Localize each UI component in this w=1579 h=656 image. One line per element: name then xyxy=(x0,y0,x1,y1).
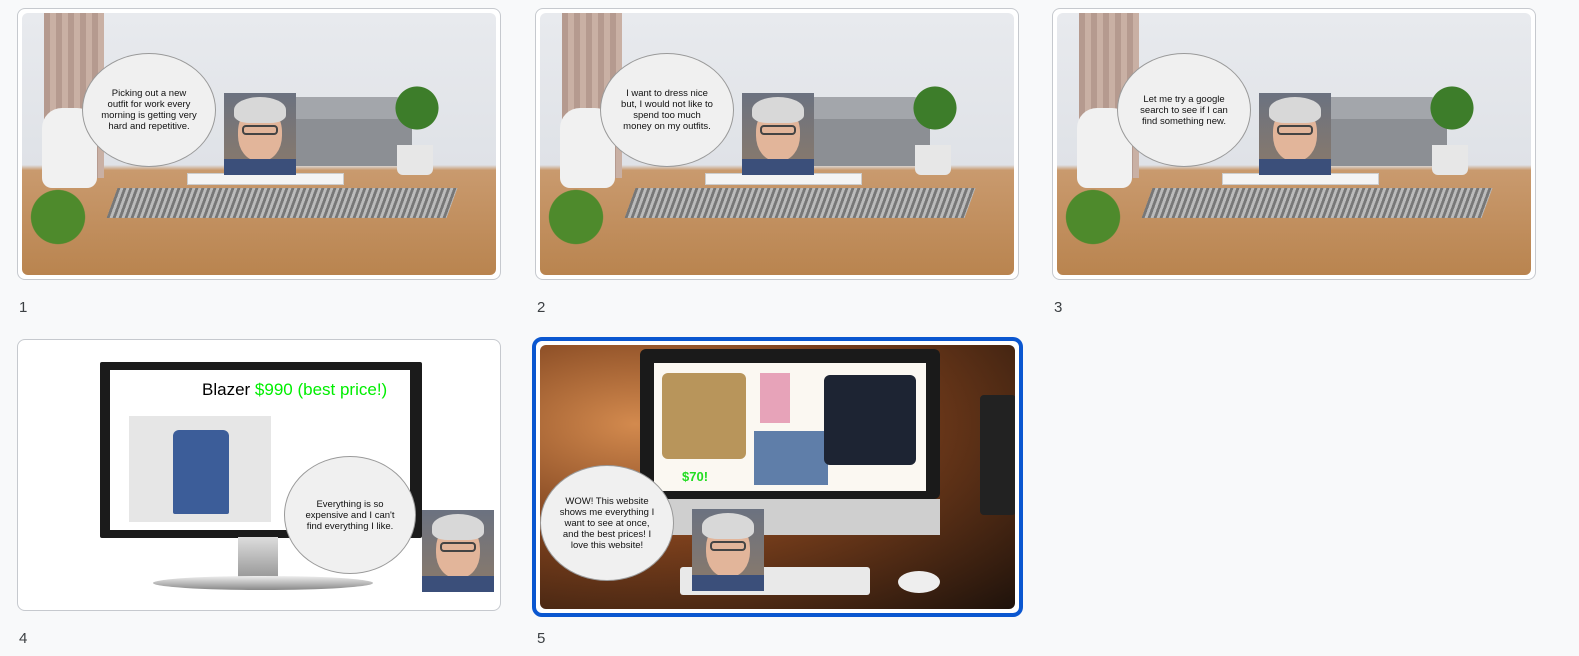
speech-text: I want to dress nice but, I would not li… xyxy=(621,88,713,132)
slide-number: 3 xyxy=(1054,299,1063,316)
slide-thumbnail-2[interactable]: I want to dress nice but, I would not li… xyxy=(535,8,1019,280)
pink-coat xyxy=(760,373,790,423)
speech-text: Picking out a new outfit for work every … xyxy=(101,88,197,132)
slide-number: 2 xyxy=(537,299,546,316)
blazer-photo xyxy=(129,416,271,522)
slide-number: 4 xyxy=(19,630,28,647)
blazer-price-title: Blazer $990 (best price!) xyxy=(202,380,387,400)
item-price: $990 (best price!) xyxy=(254,380,388,399)
beige-jacket xyxy=(662,373,746,459)
blue-blazer xyxy=(754,431,828,485)
striped-jacket xyxy=(824,375,916,465)
speech-bubble: WOW! This website shows me everything I … xyxy=(540,465,674,581)
speech-bubble: I want to dress nice but, I would not li… xyxy=(600,53,734,167)
slide-thumbnail-3[interactable]: Let me try a google search to see if I c… xyxy=(1052,8,1536,280)
speech-text: Let me try a google search to see if I c… xyxy=(1140,93,1228,127)
speech-bubble: Everything is so expensive and I can't f… xyxy=(284,456,416,574)
slide-number: 1 xyxy=(19,299,28,316)
speech-bubble: Picking out a new outfit for work every … xyxy=(82,53,216,167)
man-portrait xyxy=(742,93,814,175)
slide-number: 5 xyxy=(537,630,546,647)
slide-thumbnail-4[interactable]: Blazer $990 (best price!) Everything is … xyxy=(17,339,501,611)
speech-bubble: Let me try a google search to see if I c… xyxy=(1117,53,1251,167)
man-portrait xyxy=(692,509,764,591)
speech-text: Everything is so expensive and I can't f… xyxy=(305,498,395,532)
speech-text: WOW! This website shows me everything I … xyxy=(559,495,655,551)
man-portrait xyxy=(422,510,494,592)
slide-thumbnail-1[interactable]: Picking out a new outfit for work every … xyxy=(17,8,501,280)
man-portrait xyxy=(1259,93,1331,175)
item-label: Blazer xyxy=(202,380,251,399)
price-tag: $70! xyxy=(682,469,709,484)
man-portrait xyxy=(224,93,296,175)
slide-thumbnail-5[interactable]: $70! WOW! This website shows me everythi… xyxy=(532,337,1023,617)
mouse xyxy=(898,571,940,593)
